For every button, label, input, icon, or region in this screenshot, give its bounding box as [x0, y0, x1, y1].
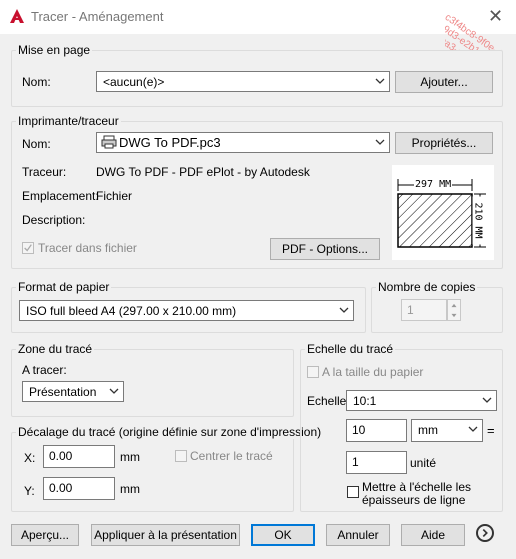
location-label: Emplacement: — [22, 189, 99, 203]
offset-x-unit: mm — [120, 450, 140, 464]
paper-size-group-label: Format de papier — [16, 280, 112, 294]
center-plot-label: Centrer le tracé — [190, 449, 273, 463]
preview-button[interactable]: Aperçu... — [11, 524, 79, 546]
scale-lineweights-label-1: Mettre à l'échelle les — [362, 480, 472, 494]
chevron-down-icon — [482, 397, 492, 403]
scale-equals: = — [487, 423, 495, 438]
window-title: Tracer - Aménagement — [31, 9, 164, 24]
chevron-down-icon — [109, 388, 119, 394]
paper-width-label: 297 MM — [414, 179, 453, 190]
plot-area-what-value: Présentation — [29, 385, 97, 399]
description-label: Description: — [22, 213, 86, 227]
printer-name-select[interactable]: DWG To PDF.pc3 — [96, 132, 390, 153]
autocad-logo-icon — [10, 9, 24, 23]
help-button[interactable]: Aide — [401, 524, 465, 546]
ok-button[interactable]: OK — [251, 524, 315, 546]
scale-lineweights-checkbox[interactable] — [347, 486, 359, 498]
printer-name-value: DWG To PDF.pc3 — [119, 135, 221, 150]
offset-y-value: 0.00 — [49, 481, 73, 495]
watermark: c3f4bc8-9f0e-4043-b0f2 c9d3-e2b12a22f -8… — [445, 0, 516, 50]
scale-lineweights-label-2: épaisseurs de ligne — [362, 493, 466, 507]
location-value: Fichier — [96, 189, 133, 203]
paper-height-label: 210 MM — [472, 196, 484, 245]
plot-offset-group-label: Décalage du tracé (origine définie sur z… — [16, 425, 324, 439]
offset-y-input[interactable]: 0.00 — [43, 477, 115, 500]
offset-x-label: X: — [24, 451, 36, 465]
offset-y-label: Y: — [24, 484, 35, 498]
offset-y-unit: mm — [120, 482, 140, 496]
plotter-value: DWG To PDF - PDF ePlot - by Autodesk — [96, 165, 310, 179]
fit-to-paper-label: A la taille du papier — [322, 365, 424, 379]
chevron-down-icon — [375, 78, 385, 84]
page-setup-name-select[interactable]: <aucun(e)> — [96, 71, 390, 92]
scale-unit-value: mm — [418, 423, 438, 437]
apply-to-layout-button[interactable]: Appliquer à la présentation — [91, 524, 240, 546]
spin-down-icon[interactable] — [449, 311, 459, 320]
scale-value1-input[interactable]: 10 — [346, 419, 407, 442]
plot-area-what-label: A tracer: — [22, 363, 67, 377]
plot-area-group-label: Zone du tracé — [16, 342, 95, 356]
plotter-icon — [101, 135, 117, 149]
plot-to-file-checkbox[interactable] — [22, 242, 34, 254]
paper-preview: 297 MM 210 MM — [392, 165, 494, 260]
page-setup-name-label: Nom: — [22, 75, 51, 89]
copies-value: 1 — [407, 303, 414, 317]
plot-scale-group-label: Echelle du tracé — [305, 342, 396, 356]
scale-value1: 10 — [352, 423, 366, 437]
scale-value: 10:1 — [353, 394, 377, 408]
offset-x-input[interactable]: 0.00 — [43, 445, 115, 468]
scale-value2: 1 — [352, 455, 359, 469]
copies-input[interactable]: 1 — [401, 299, 447, 321]
offset-x-value: 0.00 — [49, 449, 73, 463]
checkmark-icon — [24, 244, 32, 252]
printer-group-label: Imprimante/traceur — [16, 114, 121, 128]
plot-offset-group — [11, 432, 294, 512]
add-page-setup-button[interactable]: Ajouter... — [395, 71, 493, 93]
scale-unit-select[interactable]: mm — [411, 419, 483, 442]
chevron-right-icon — [482, 528, 488, 538]
pdf-options-button[interactable]: PDF - Options... — [270, 238, 380, 260]
center-plot-checkbox[interactable] — [175, 450, 187, 462]
copies-group-label: Nombre de copies — [376, 280, 478, 294]
copies-spinner[interactable] — [447, 299, 461, 321]
paper-size-value: ISO full bleed A4 (297.00 x 210.00 mm) — [26, 304, 237, 318]
plot-to-file-label: Tracer dans fichier — [38, 241, 137, 255]
close-icon[interactable]: ✕ — [488, 6, 503, 27]
plot-area-what-select[interactable]: Présentation — [22, 381, 124, 402]
plotter-label: Traceur: — [22, 165, 67, 179]
printer-name-label: Nom: — [22, 137, 51, 151]
chevron-down-icon — [375, 139, 385, 145]
fit-to-paper-checkbox[interactable] — [307, 366, 319, 378]
scale-select[interactable]: 10:1 — [346, 390, 497, 411]
scale-unit2-label: unité — [410, 456, 437, 470]
cancel-button[interactable]: Annuler — [326, 524, 390, 546]
page-setup-group-label: Mise en page — [16, 43, 93, 57]
scale-value2-input[interactable]: 1 — [346, 451, 407, 474]
chevron-down-icon — [339, 307, 349, 313]
expand-arrow-icon[interactable] — [476, 524, 494, 542]
chevron-down-icon — [468, 426, 478, 432]
scale-label: Echelle: — [307, 394, 350, 408]
page-setup-name-value: <aucun(e)> — [103, 75, 165, 89]
paper-size-select[interactable]: ISO full bleed A4 (297.00 x 210.00 mm) — [19, 300, 354, 321]
spin-up-icon[interactable] — [449, 301, 459, 310]
printer-properties-button[interactable]: Propriétés... — [395, 132, 493, 154]
